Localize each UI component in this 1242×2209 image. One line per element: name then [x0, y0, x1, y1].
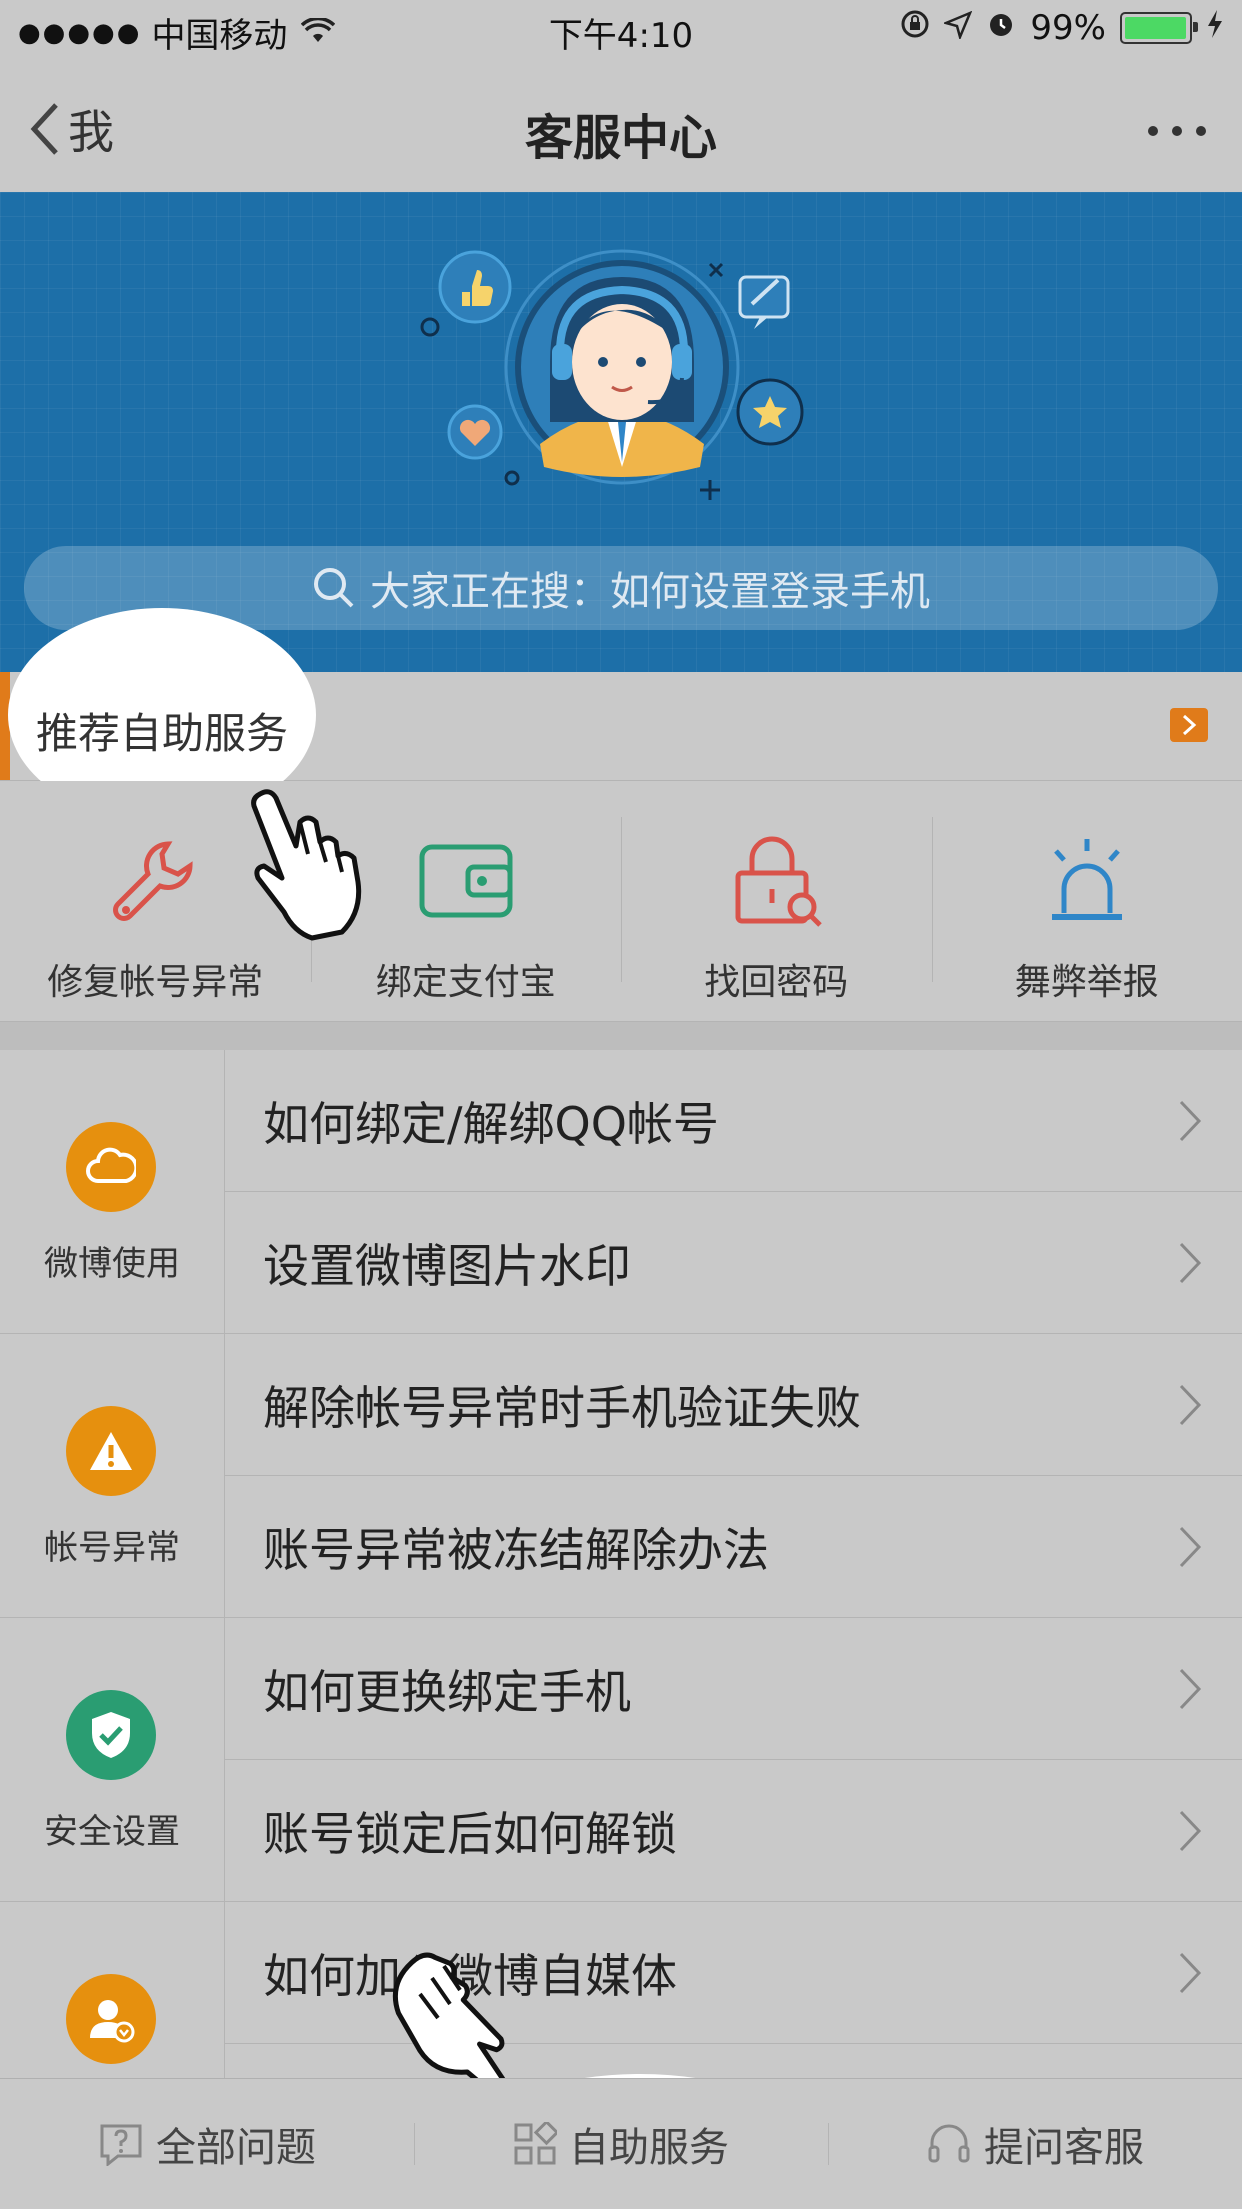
- bottom-tab-bar: 全部问题 自助服务 提问客服: [0, 2078, 1242, 2209]
- chevron-right-icon: [1178, 1951, 1202, 1995]
- service-fraud-report[interactable]: 舞弊举报: [932, 781, 1242, 1021]
- tab-self-service[interactable]: 自助服务: [414, 2079, 828, 2209]
- chevron-right-icon: [1178, 1241, 1202, 1285]
- category-side: [0, 1902, 225, 2078]
- grid-icon: [513, 2122, 557, 2166]
- headset-icon: [926, 2121, 972, 2167]
- tab-all-questions[interactable]: 全部问题: [0, 2079, 414, 2209]
- location-icon: [944, 8, 972, 48]
- search-icon: [312, 566, 356, 610]
- faq-item[interactable]: 如何更换绑定手机: [225, 1618, 1242, 1760]
- faq-question: 设置微博图片水印: [263, 1230, 631, 1296]
- faq-list: 微博使用 如何绑定/解绑QQ帐号 设置微博图片水印 帐号异常 解除帐号异常时手机…: [0, 1050, 1242, 2078]
- more-arrow-button[interactable]: [1170, 708, 1208, 742]
- more-dot: [1148, 126, 1158, 136]
- faq-question: 账号异常被冻结解除办法: [263, 1514, 769, 1580]
- category-security-settings: 安全设置 如何更换绑定手机 账号锁定后如何解锁: [0, 1618, 1242, 1902]
- faq-question: 如何绑定/解绑QQ帐号: [263, 1088, 719, 1154]
- category-self-media: 如何加入微博自媒体: [0, 1902, 1242, 2078]
- service-repair-account[interactable]: 修复帐号异常: [0, 781, 311, 1021]
- category-name: 微博使用: [0, 1236, 224, 1285]
- chevron-right-icon: [1181, 714, 1197, 736]
- wrench-icon: [105, 831, 205, 931]
- battery-percent: 99%: [1030, 8, 1106, 48]
- lock-search-icon: [726, 831, 826, 931]
- faq-item[interactable]: 如何加入微博自媒体: [225, 1902, 1242, 2044]
- search-placeholder: 大家正在搜：如何设置登录手机: [370, 559, 930, 617]
- verified-user-icon: [66, 1974, 156, 2064]
- tab-ask-support[interactable]: 提问客服: [828, 2079, 1242, 2209]
- tab-label: 全部问题: [156, 2115, 316, 2173]
- tab-label: 提问客服: [984, 2115, 1144, 2173]
- chevron-right-icon: [1178, 1809, 1202, 1853]
- hero-banner: 大家正在搜：如何设置登录手机: [0, 192, 1242, 672]
- status-bar: ●●●●● 中国移动 下午4:10 99%: [0, 0, 1242, 60]
- faq-item[interactable]: 账号锁定后如何解锁: [225, 1760, 1242, 1901]
- section-divider: [0, 1021, 1242, 1051]
- shield-check-icon: [66, 1690, 156, 1780]
- service-label: 找回密码: [704, 953, 848, 1005]
- category-side: 帐号异常: [0, 1334, 225, 1617]
- section-title: 推荐自助服务: [36, 700, 288, 761]
- customer-service-illustration: [400, 232, 840, 522]
- faq-question: 如何加入微博自媒体: [263, 1940, 677, 2006]
- cloud-icon: [66, 1122, 156, 1212]
- service-label: 绑定支付宝: [376, 953, 556, 1005]
- battery-icon: [1120, 12, 1192, 44]
- faq-item[interactable]: 账号异常被冻结解除办法: [225, 1476, 1242, 1617]
- category-side: 安全设置: [0, 1618, 225, 1901]
- status-right: 99%: [900, 8, 1224, 48]
- category-side: 微博使用: [0, 1050, 225, 1333]
- service-label: 舞弊举报: [1015, 953, 1159, 1005]
- orientation-lock-icon: [900, 8, 930, 48]
- warning-icon: [66, 1406, 156, 1496]
- faq-question: 解除帐号异常时手机验证失败: [263, 1372, 861, 1438]
- question-icon: [98, 2122, 144, 2166]
- more-menu-button[interactable]: [1148, 126, 1206, 136]
- wallet-icon: [416, 831, 516, 931]
- service-label: 修复帐号异常: [47, 953, 263, 1005]
- category-name: 帐号异常: [0, 1520, 224, 1569]
- alarm-icon: [986, 8, 1016, 48]
- more-dot: [1172, 126, 1182, 136]
- service-bind-alipay[interactable]: 绑定支付宝: [311, 781, 622, 1021]
- battery-fill: [1125, 17, 1186, 39]
- recommend-header[interactable]: 推荐自助服务: [0, 672, 1242, 781]
- faq-question: 账号锁定后如何解锁: [263, 1798, 677, 1864]
- faq-item[interactable]: 如何绑定/解绑QQ帐号: [225, 1050, 1242, 1192]
- chevron-right-icon: [1178, 1525, 1202, 1569]
- faq-item[interactable]: 解除帐号异常时手机验证失败: [225, 1334, 1242, 1476]
- alarm-light-icon: [1037, 831, 1137, 931]
- charging-icon: [1206, 8, 1224, 48]
- category-name: 安全设置: [0, 1804, 224, 1853]
- category-account-exception: 帐号异常 解除帐号异常时手机验证失败 账号异常被冻结解除办法: [0, 1334, 1242, 1618]
- service-recover-password[interactable]: 找回密码: [621, 781, 932, 1021]
- category-weibo-usage: 微博使用 如何绑定/解绑QQ帐号 设置微博图片水印: [0, 1050, 1242, 1334]
- page-title: 客服中心: [0, 98, 1242, 168]
- faq-item[interactable]: 设置微博图片水印: [225, 1192, 1242, 1333]
- recommended-services: 修复帐号异常 绑定支付宝 找回密码 舞弊举报: [0, 781, 1242, 1021]
- chevron-right-icon: [1178, 1667, 1202, 1711]
- chevron-right-icon: [1178, 1383, 1202, 1427]
- chevron-right-icon: [1178, 1099, 1202, 1143]
- navigation-bar: 我 客服中心: [0, 60, 1242, 193]
- tab-label: 自助服务: [569, 2115, 729, 2173]
- faq-question: 如何更换绑定手机: [263, 1656, 631, 1722]
- more-dot: [1196, 126, 1206, 136]
